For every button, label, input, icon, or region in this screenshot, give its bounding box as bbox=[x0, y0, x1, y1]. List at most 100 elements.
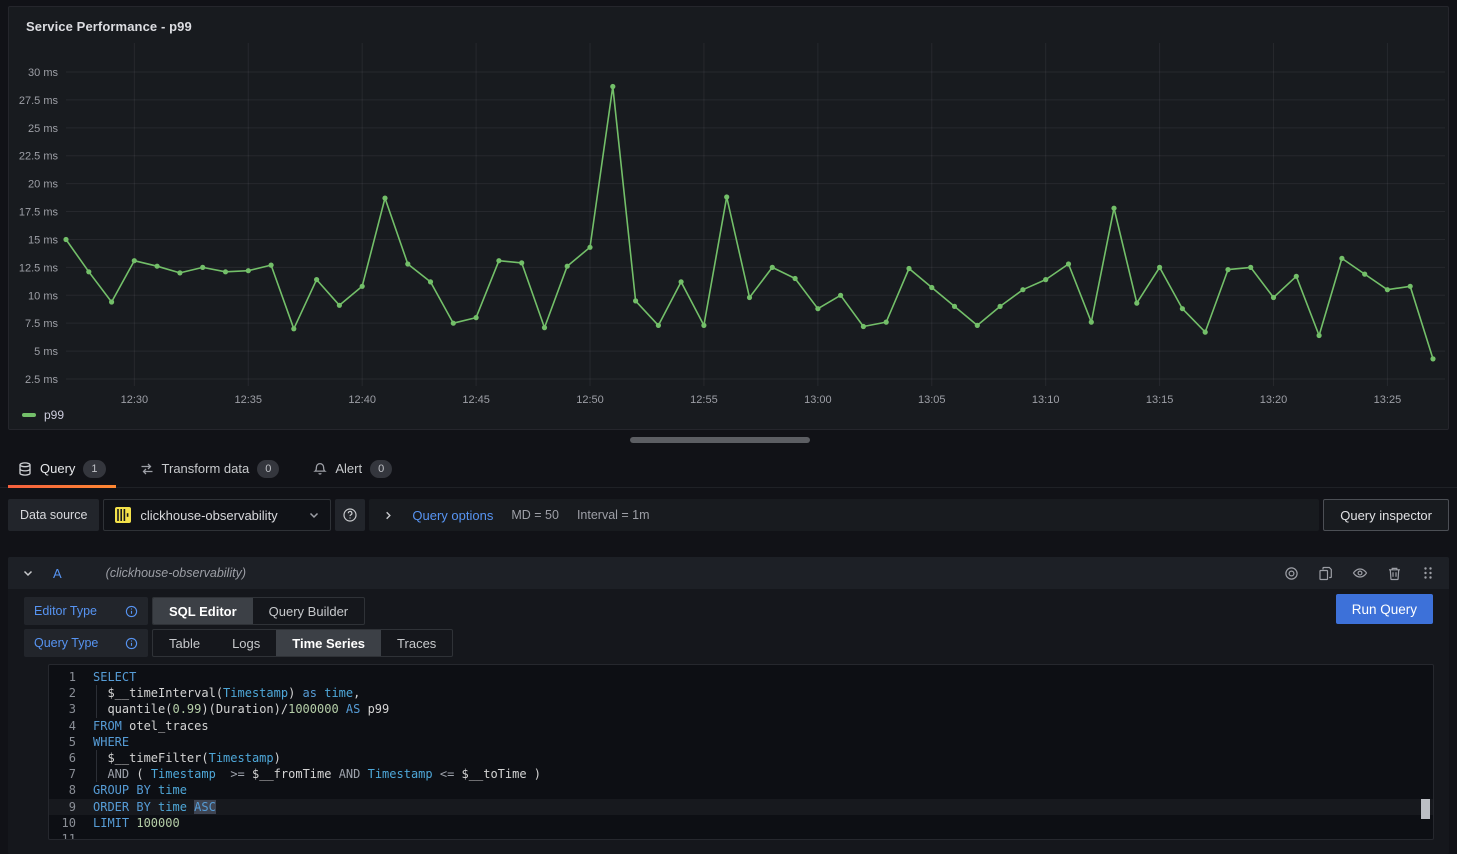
data-point bbox=[838, 293, 843, 298]
sql-token bbox=[339, 702, 346, 716]
data-point bbox=[1066, 261, 1071, 266]
query-options-toggle[interactable]: Query options bbox=[412, 508, 493, 523]
line-number: 3 bbox=[49, 701, 93, 717]
sql-token: $__timeInterval( bbox=[93, 686, 223, 700]
data-point bbox=[109, 299, 114, 304]
tab-query-label: Query bbox=[40, 461, 75, 476]
editor-mode-sql[interactable]: SQL Editor bbox=[153, 598, 253, 624]
sql-token: $__timeFilter( bbox=[93, 751, 209, 765]
sql-token: Timestamp bbox=[151, 767, 216, 781]
drag-handle-icon[interactable] bbox=[1421, 566, 1435, 580]
data-point bbox=[382, 196, 387, 201]
y-axis-tick-label: 30 ms bbox=[28, 67, 58, 79]
line-content: quantile(0.99)(Duration)/1000000 AS p99 bbox=[93, 701, 1433, 717]
query-row-actions bbox=[1284, 565, 1435, 581]
question-circle-icon bbox=[342, 507, 358, 523]
sql-token bbox=[216, 767, 230, 781]
duplicate-query-icon[interactable] bbox=[1318, 566, 1333, 581]
sql-token: Timestamp bbox=[209, 751, 274, 765]
sql-token: ) bbox=[274, 751, 281, 765]
datasource-label: Data source bbox=[8, 499, 99, 531]
line-content: $__timeInterval(Timestamp) as time, bbox=[93, 685, 1433, 701]
line-content: LIMIT 100000 bbox=[93, 815, 1433, 831]
sql-token: quantile( bbox=[93, 702, 172, 716]
query-type-table[interactable]: Table bbox=[153, 630, 216, 656]
sql-code-editor[interactable]: 1SELECT2 $__timeInterval(Timestamp) as t… bbox=[48, 664, 1434, 840]
y-axis-tick-label: 10 ms bbox=[28, 290, 58, 302]
tab-query[interactable]: Query 1 bbox=[8, 450, 116, 487]
info-circle-icon[interactable] bbox=[125, 637, 138, 650]
query-type-traces[interactable]: Traces bbox=[381, 630, 452, 656]
tab-alert[interactable]: Alert 0 bbox=[303, 450, 402, 487]
data-point bbox=[1111, 206, 1116, 211]
data-point bbox=[747, 295, 752, 300]
query-type-toggle: Table Logs Time Series Traces bbox=[152, 629, 453, 657]
data-point bbox=[565, 264, 570, 269]
line-content: GROUP BY time bbox=[93, 782, 1433, 798]
chevron-right-icon[interactable] bbox=[383, 510, 394, 521]
collapse-chevron-icon[interactable] bbox=[22, 567, 34, 579]
query-ref-id[interactable]: A bbox=[53, 566, 62, 581]
data-point bbox=[1134, 301, 1139, 306]
hide-response-eye-icon[interactable] bbox=[1352, 565, 1368, 581]
line-content: ORDER BY time ASC bbox=[93, 799, 1433, 815]
data-point bbox=[1180, 306, 1185, 311]
horizontal-scrollbar[interactable] bbox=[630, 437, 810, 443]
panel-edit-page: Service Performance - p99 2.5 ms5 ms7.5 … bbox=[0, 0, 1457, 854]
x-axis-tick-label: 12:55 bbox=[690, 394, 718, 406]
line-number: 11 bbox=[49, 831, 93, 840]
disable-query-icon[interactable] bbox=[1284, 566, 1299, 581]
sql-token: , bbox=[353, 686, 360, 700]
data-point bbox=[587, 245, 592, 250]
data-point bbox=[542, 325, 547, 330]
datasource-picker[interactable]: clickhouse-observability bbox=[103, 499, 331, 531]
data-point bbox=[1157, 265, 1162, 270]
sql-token: WHERE bbox=[93, 735, 129, 749]
legend[interactable]: p99 bbox=[22, 408, 64, 422]
sql-token: 1000000 bbox=[288, 702, 339, 716]
line-number: 7 bbox=[49, 766, 93, 782]
y-axis-tick-label: 2.5 ms bbox=[25, 374, 59, 386]
indent-guide bbox=[96, 766, 97, 782]
tab-transform-data[interactable]: Transform data 0 bbox=[130, 450, 290, 487]
sql-token: AND bbox=[107, 767, 129, 781]
data-point bbox=[428, 279, 433, 284]
data-point bbox=[496, 258, 501, 263]
sql-line-3: 3 quantile(0.99)(Duration)/1000000 AS p9… bbox=[49, 701, 1433, 717]
query-type-logs[interactable]: Logs bbox=[216, 630, 276, 656]
query-type-timeseries[interactable]: Time Series bbox=[276, 630, 381, 656]
data-point bbox=[405, 261, 410, 266]
line-content: FROM otel_traces bbox=[93, 718, 1433, 734]
indent-guide bbox=[96, 685, 97, 701]
sql-token: ASC bbox=[194, 800, 216, 814]
run-query-button[interactable]: Run Query bbox=[1336, 594, 1433, 624]
query-inspector-button[interactable]: Query inspector bbox=[1323, 499, 1449, 531]
sql-token: GROUP BY bbox=[93, 783, 151, 797]
editor-mode-builder[interactable]: Query Builder bbox=[253, 598, 364, 624]
remove-query-trash-icon[interactable] bbox=[1387, 566, 1402, 581]
x-axis-tick-label: 12:45 bbox=[462, 394, 490, 406]
info-circle-icon[interactable] bbox=[125, 605, 138, 618]
sql-token: FROM bbox=[93, 719, 122, 733]
legend-series-label: p99 bbox=[44, 408, 64, 422]
line-number: 5 bbox=[49, 734, 93, 750]
sql-token: time bbox=[158, 783, 187, 797]
clickhouse-logo-icon bbox=[114, 506, 132, 524]
data-point bbox=[633, 298, 638, 303]
data-point bbox=[519, 260, 524, 265]
legend-series-swatch bbox=[22, 413, 36, 417]
datasource-help-button[interactable] bbox=[335, 499, 365, 531]
tab-transform-badge: 0 bbox=[257, 460, 279, 478]
y-axis-tick-label: 27.5 ms bbox=[19, 95, 59, 107]
query-row-header[interactable]: A (clickhouse-observability) bbox=[8, 557, 1449, 589]
editor-tabbar: Query 1 Transform data 0 Alert 0 bbox=[0, 450, 1457, 488]
sql-token: time bbox=[158, 800, 187, 814]
performance-chart[interactable]: 2.5 ms5 ms7.5 ms10 ms12.5 ms15 ms17.5 ms… bbox=[9, 7, 1448, 429]
data-point bbox=[474, 315, 479, 320]
x-axis-tick-label: 12:40 bbox=[348, 394, 376, 406]
data-point bbox=[815, 306, 820, 311]
x-axis-tick-label: 12:35 bbox=[235, 394, 263, 406]
indent-guide bbox=[96, 750, 97, 766]
data-point bbox=[1089, 320, 1094, 325]
sql-token: ( bbox=[129, 767, 151, 781]
